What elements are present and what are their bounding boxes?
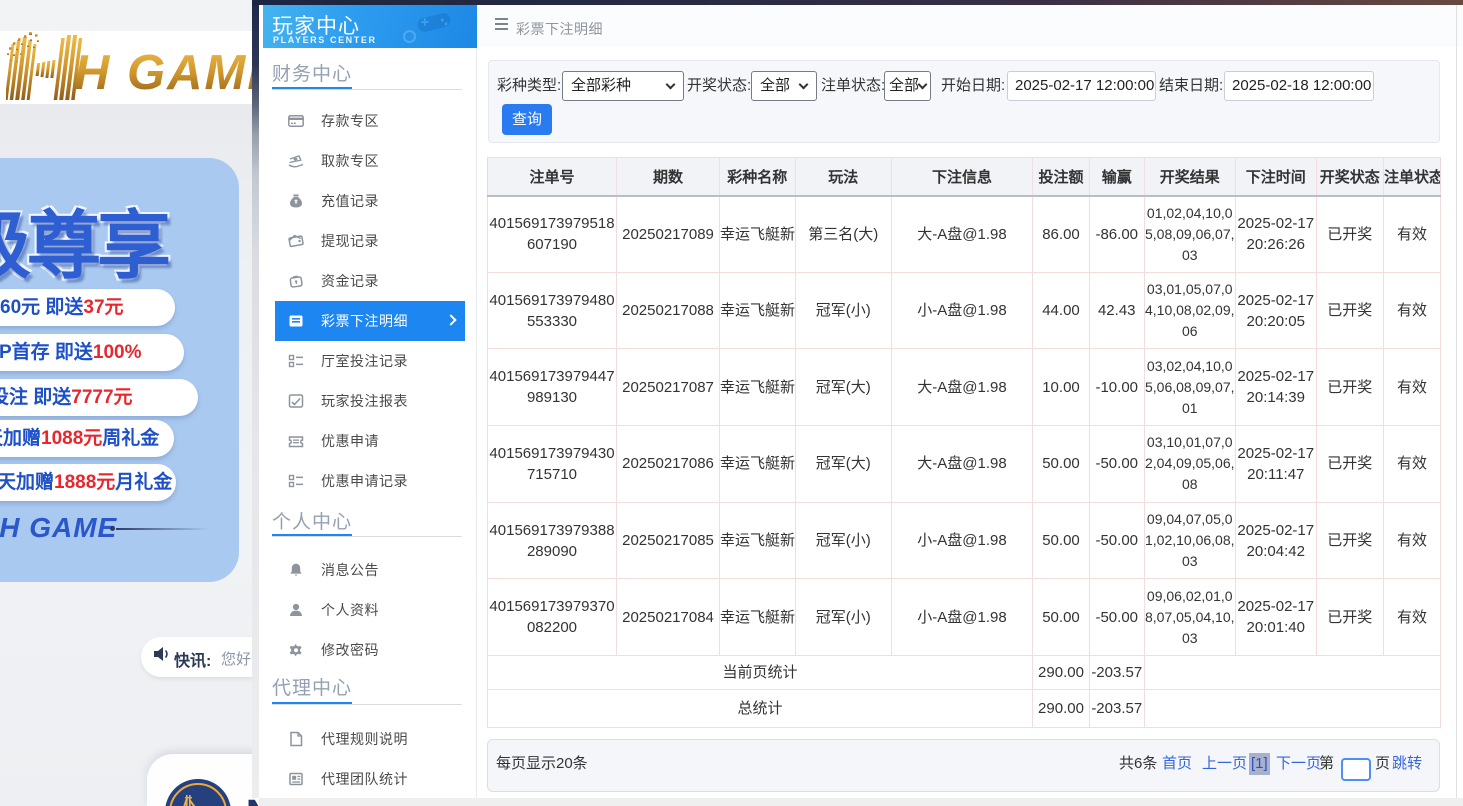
svg-text:H GAME: H GAME — [74, 46, 256, 100]
